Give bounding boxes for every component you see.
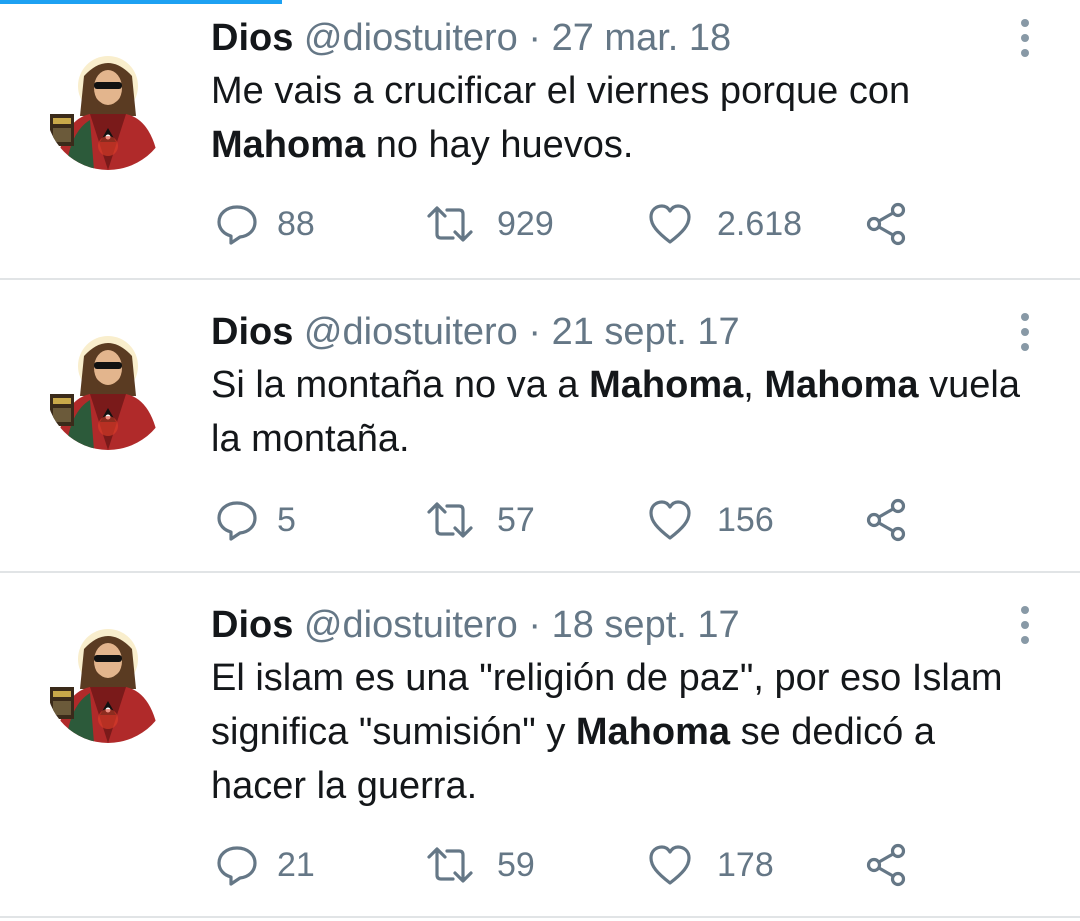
text-segment: Me vais a crucificar el viernes porque c… xyxy=(211,70,911,112)
tweet-date[interactable]: 21 sept. 17 xyxy=(552,311,740,353)
avatar[interactable] xyxy=(46,619,170,743)
tweet-actions: 88 929 2.618 xyxy=(211,199,971,249)
share-icon xyxy=(863,843,909,887)
retweet-count: 929 xyxy=(497,204,554,243)
heart-icon xyxy=(647,202,693,246)
share-button[interactable] xyxy=(863,840,909,890)
text-segment: Si la montaña no va a xyxy=(211,364,590,406)
reply-icon xyxy=(215,498,259,542)
tweet[interactable]: Dios @diostuitero · 27 mar. 18 Me vais a… xyxy=(0,0,1080,280)
tweet-text: El islam es una "religión de paz", por e… xyxy=(211,651,1031,813)
share-icon xyxy=(863,202,909,246)
author-name[interactable]: Dios xyxy=(211,604,293,646)
tweet-actions: 21 59 178 xyxy=(211,840,971,890)
tweet-text: Me vais a crucificar el viernes porque c… xyxy=(211,64,1031,172)
like-count: 178 xyxy=(717,845,774,884)
author-handle[interactable]: @diostuitero xyxy=(304,17,518,59)
text-segment: , xyxy=(743,364,765,406)
share-icon xyxy=(863,498,909,542)
author-handle[interactable]: @diostuitero xyxy=(304,604,518,646)
retweet-icon xyxy=(425,202,475,246)
like-button[interactable]: 2.618 xyxy=(647,199,802,249)
author-name[interactable]: Dios xyxy=(211,311,293,353)
highlighted-term: Mahoma xyxy=(575,711,731,753)
retweet-icon xyxy=(425,498,475,542)
author-name[interactable]: Dios xyxy=(211,17,293,59)
tweet-date[interactable]: 27 mar. 18 xyxy=(552,17,732,59)
tweet-actions: 5 57 156 xyxy=(211,495,971,545)
retweet-button[interactable]: 57 xyxy=(425,495,535,545)
like-count: 156 xyxy=(717,500,774,539)
tweet-header: Dios @diostuitero · 18 sept. 17 xyxy=(211,603,740,647)
reply-count: 88 xyxy=(277,204,315,243)
share-button[interactable] xyxy=(863,199,909,249)
text-segment: no hay huevos. xyxy=(365,124,634,166)
avatar[interactable] xyxy=(46,46,170,170)
reply-icon xyxy=(215,202,259,246)
separator: · xyxy=(528,17,542,59)
heart-icon xyxy=(647,498,693,542)
like-button[interactable]: 156 xyxy=(647,495,774,545)
retweet-count: 59 xyxy=(497,845,535,884)
like-count: 2.618 xyxy=(717,204,803,243)
retweet-button[interactable]: 59 xyxy=(425,840,535,890)
separator: · xyxy=(528,604,542,646)
retweet-count: 57 xyxy=(497,500,535,539)
tweet-header: Dios @diostuitero · 21 sept. 17 xyxy=(211,310,740,354)
author-handle[interactable]: @diostuitero xyxy=(304,311,518,353)
more-options-icon[interactable] xyxy=(1010,310,1040,354)
reply-count: 21 xyxy=(277,845,315,884)
share-button[interactable] xyxy=(863,495,909,545)
highlighted-term: Mahoma xyxy=(211,124,366,166)
retweet-button[interactable]: 929 xyxy=(425,199,554,249)
reply-button[interactable]: 88 xyxy=(215,199,315,249)
tweet-date[interactable]: 18 sept. 17 xyxy=(552,604,740,646)
reply-button[interactable]: 5 xyxy=(215,495,296,545)
highlighted-term: Mahoma xyxy=(589,364,744,406)
highlighted-term: Mahoma xyxy=(764,364,919,406)
like-button[interactable]: 178 xyxy=(647,840,774,890)
avatar[interactable] xyxy=(46,326,170,450)
heart-icon xyxy=(647,843,693,887)
tweet-text: Si la montaña no va a Mahoma, Mahoma vue… xyxy=(211,358,1031,466)
tweet[interactable]: Dios @diostuitero · 21 sept. 17 Si la mo… xyxy=(0,280,1080,573)
tweet[interactable]: Dios @diostuitero · 18 sept. 17 El islam… xyxy=(0,573,1080,918)
separator: · xyxy=(528,311,542,353)
more-options-icon[interactable] xyxy=(1010,16,1040,60)
reply-count: 5 xyxy=(277,500,296,539)
reply-icon xyxy=(215,843,259,887)
reply-button[interactable]: 21 xyxy=(215,840,315,890)
more-options-icon[interactable] xyxy=(1010,603,1040,647)
tweet-header: Dios @diostuitero · 27 mar. 18 xyxy=(211,16,731,60)
retweet-icon xyxy=(425,843,475,887)
